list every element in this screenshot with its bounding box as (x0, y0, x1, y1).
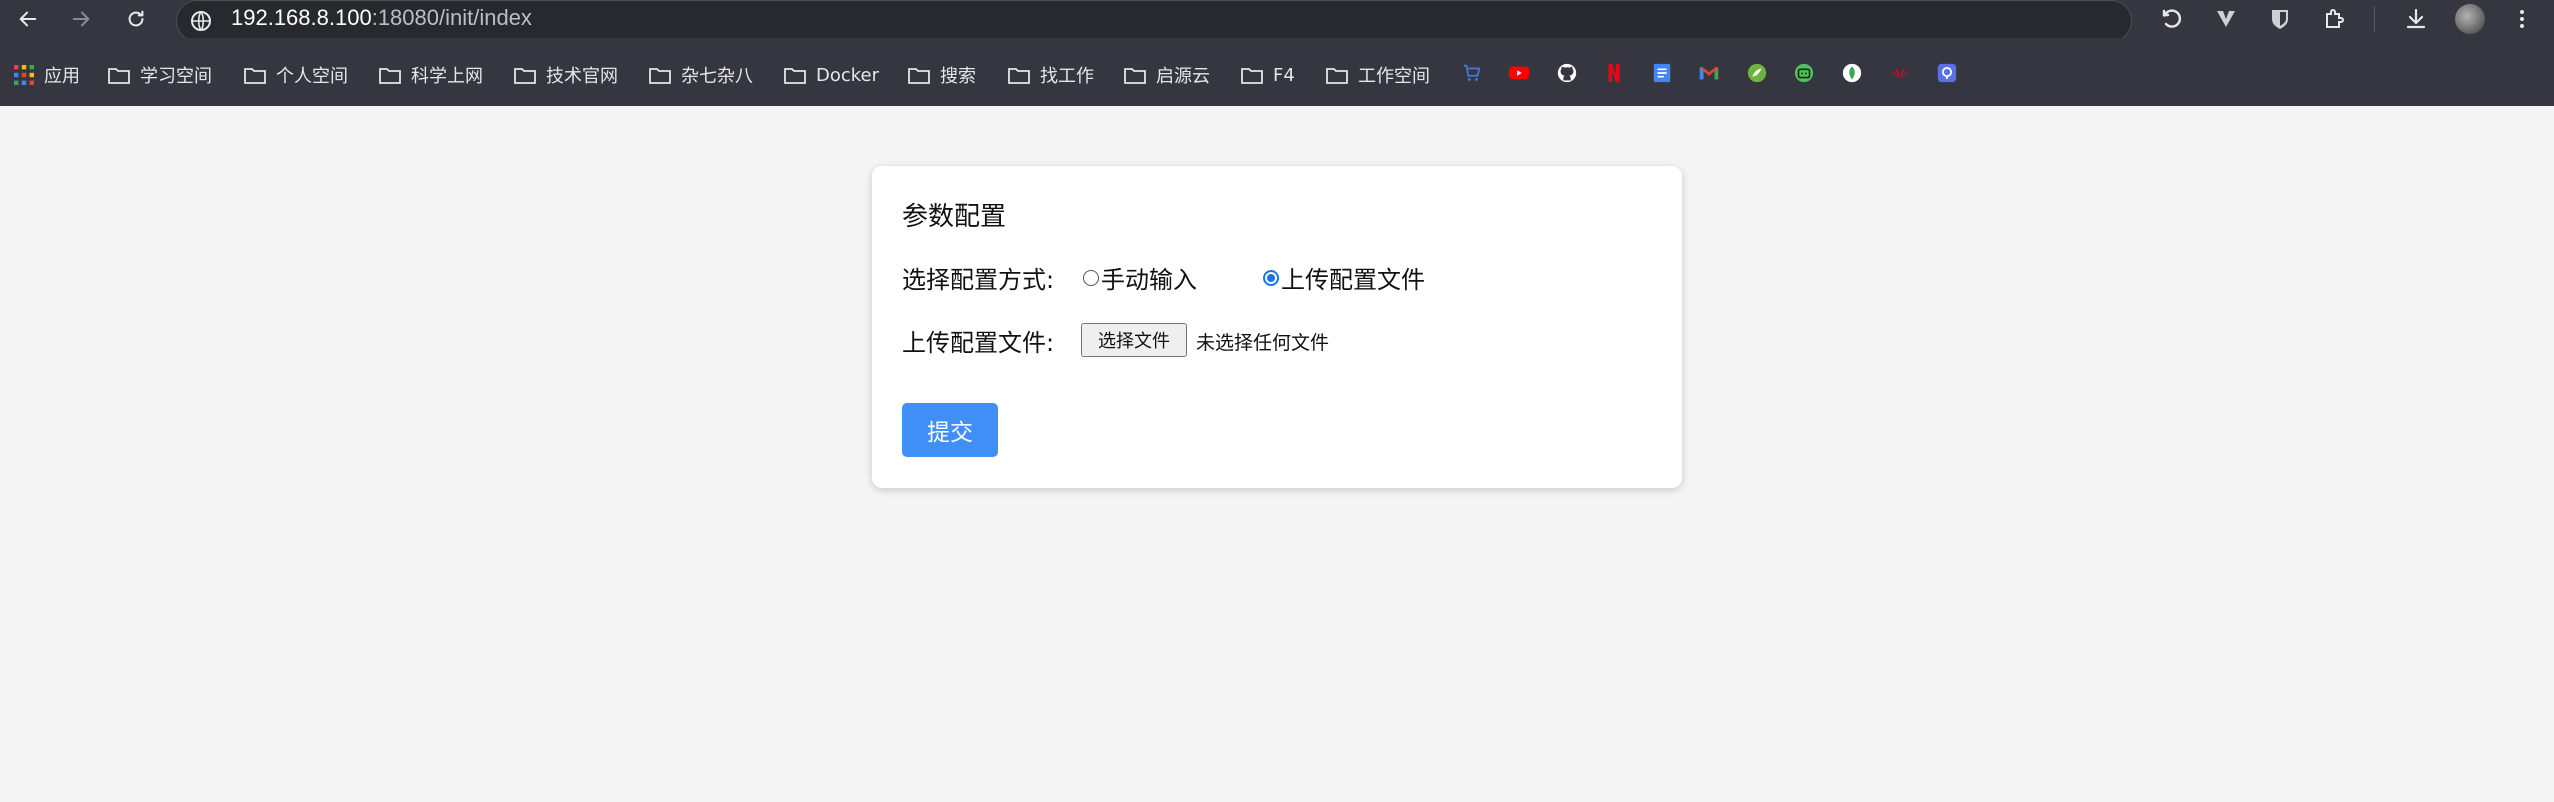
bookmark-folder[interactable]: 学习空间 (108, 60, 212, 90)
bookmark-folder[interactable]: 启源云 (1124, 60, 1210, 90)
bookmark-folder[interactable]: 杂七杂八 (649, 60, 753, 90)
radio-manual-label[interactable]: 手动输入 (1101, 260, 1197, 295)
huawei-icon[interactable] (1889, 62, 1911, 84)
github-icon[interactable] (1556, 62, 1578, 84)
bookmark-label: 搜索 (940, 66, 976, 87)
radio-manual-input[interactable] (1083, 270, 1099, 286)
radio-upload-label[interactable]: 上传配置文件 (1281, 260, 1425, 295)
youtube-icon[interactable] (1508, 62, 1530, 84)
bookmark-label: 工作空间 (1358, 66, 1430, 87)
download-icon[interactable] (2400, 3, 2432, 35)
config-mode-label: 选择配置方式: (902, 266, 1055, 294)
folder-icon (514, 68, 536, 84)
config-card: 参数配置 选择配置方式: 手动输入 上传配置文件 上传配置文件: 选择文件 未选… (872, 166, 1682, 488)
folder-icon (1241, 68, 1263, 84)
bookmark-label: 技术官网 (546, 66, 618, 87)
bookmark-label: 科学上网 (411, 66, 483, 87)
site-info-icon[interactable] (189, 9, 213, 33)
folder-icon (379, 68, 401, 84)
extension-v-icon[interactable] (2210, 3, 2242, 35)
reload-icon[interactable] (120, 3, 152, 35)
bookmark-folder[interactable]: 搜索 (908, 60, 976, 90)
bookmark-label: 启源云 (1156, 66, 1210, 87)
folder-icon (1326, 68, 1348, 84)
browser-toolbar: 192.168.8.100:18080/init/index (0, 0, 2554, 42)
bookmark-folder[interactable]: 个人空间 (244, 60, 348, 90)
bookmark-folder[interactable]: 工作空间 (1326, 60, 1430, 90)
bilibili-icon[interactable] (1793, 62, 1815, 84)
extensions-puzzle-icon[interactable] (2318, 3, 2350, 35)
gmail-icon[interactable] (1698, 62, 1720, 84)
address-url[interactable]: 192.168.8.100:18080/init/index (231, 5, 532, 31)
file-upload-label: 上传配置文件: (902, 329, 1055, 357)
folder-icon (1008, 68, 1030, 84)
bookmark-folder[interactable]: F4 (1241, 60, 1295, 90)
bookmark-folder[interactable]: 科学上网 (379, 60, 483, 90)
profile-avatar[interactable] (2455, 4, 2485, 34)
folder-icon (1124, 68, 1146, 84)
docs-icon[interactable] (1651, 62, 1673, 84)
bookmark-label: 学习空间 (140, 66, 212, 87)
bookmarks-bar: 应用 学习空间 个人空间 科学上网 技术官网 杂七杂八 Docker 搜索 找工… (0, 38, 2554, 106)
bookmark-label: Docker (816, 64, 880, 86)
back-arrow-icon[interactable] (12, 3, 44, 35)
file-status-text: 未选择任何文件 (1196, 332, 1330, 354)
bookmark-label: 个人空间 (276, 66, 348, 87)
cart-icon[interactable] (1461, 62, 1483, 84)
folder-icon (108, 68, 130, 84)
bookmark-folder[interactable]: 找工作 (1008, 60, 1094, 90)
folder-icon (908, 68, 930, 84)
bookmark-label: 找工作 (1040, 66, 1094, 87)
address-bar[interactable]: 192.168.8.100:18080/init/index (176, 0, 2132, 42)
card-title: 参数配置 (902, 202, 1007, 232)
netflix-icon[interactable] (1603, 62, 1625, 84)
bookmark-folder[interactable]: 技术官网 (514, 60, 618, 90)
bookmark-apps[interactable]: 应用 (14, 60, 80, 90)
apps-grid-icon (14, 65, 34, 85)
folder-icon (784, 68, 806, 84)
submit-button[interactable]: 提交 (902, 403, 998, 457)
leaf-icon[interactable] (1841, 62, 1863, 84)
choose-file-button[interactable]: 选择文件 (1081, 323, 1187, 357)
forward-arrow-icon[interactable] (65, 3, 97, 35)
bookmark-folder[interactable]: Docker (784, 60, 879, 90)
menu-dots-icon[interactable] (2506, 3, 2538, 35)
toolbar-divider (2374, 6, 2375, 32)
bookmark-label: 应用 (44, 66, 80, 87)
link-icon[interactable] (1936, 62, 1958, 84)
radio-upload-file[interactable] (1263, 270, 1279, 286)
undo-icon[interactable] (2156, 3, 2188, 35)
bitwarden-icon[interactable] (2264, 3, 2296, 35)
folder-icon (649, 68, 671, 84)
spring-icon[interactable] (1746, 62, 1768, 84)
bookmark-label: F4 (1273, 64, 1295, 86)
folder-icon (244, 68, 266, 84)
bookmark-label: 杂七杂八 (681, 66, 753, 87)
